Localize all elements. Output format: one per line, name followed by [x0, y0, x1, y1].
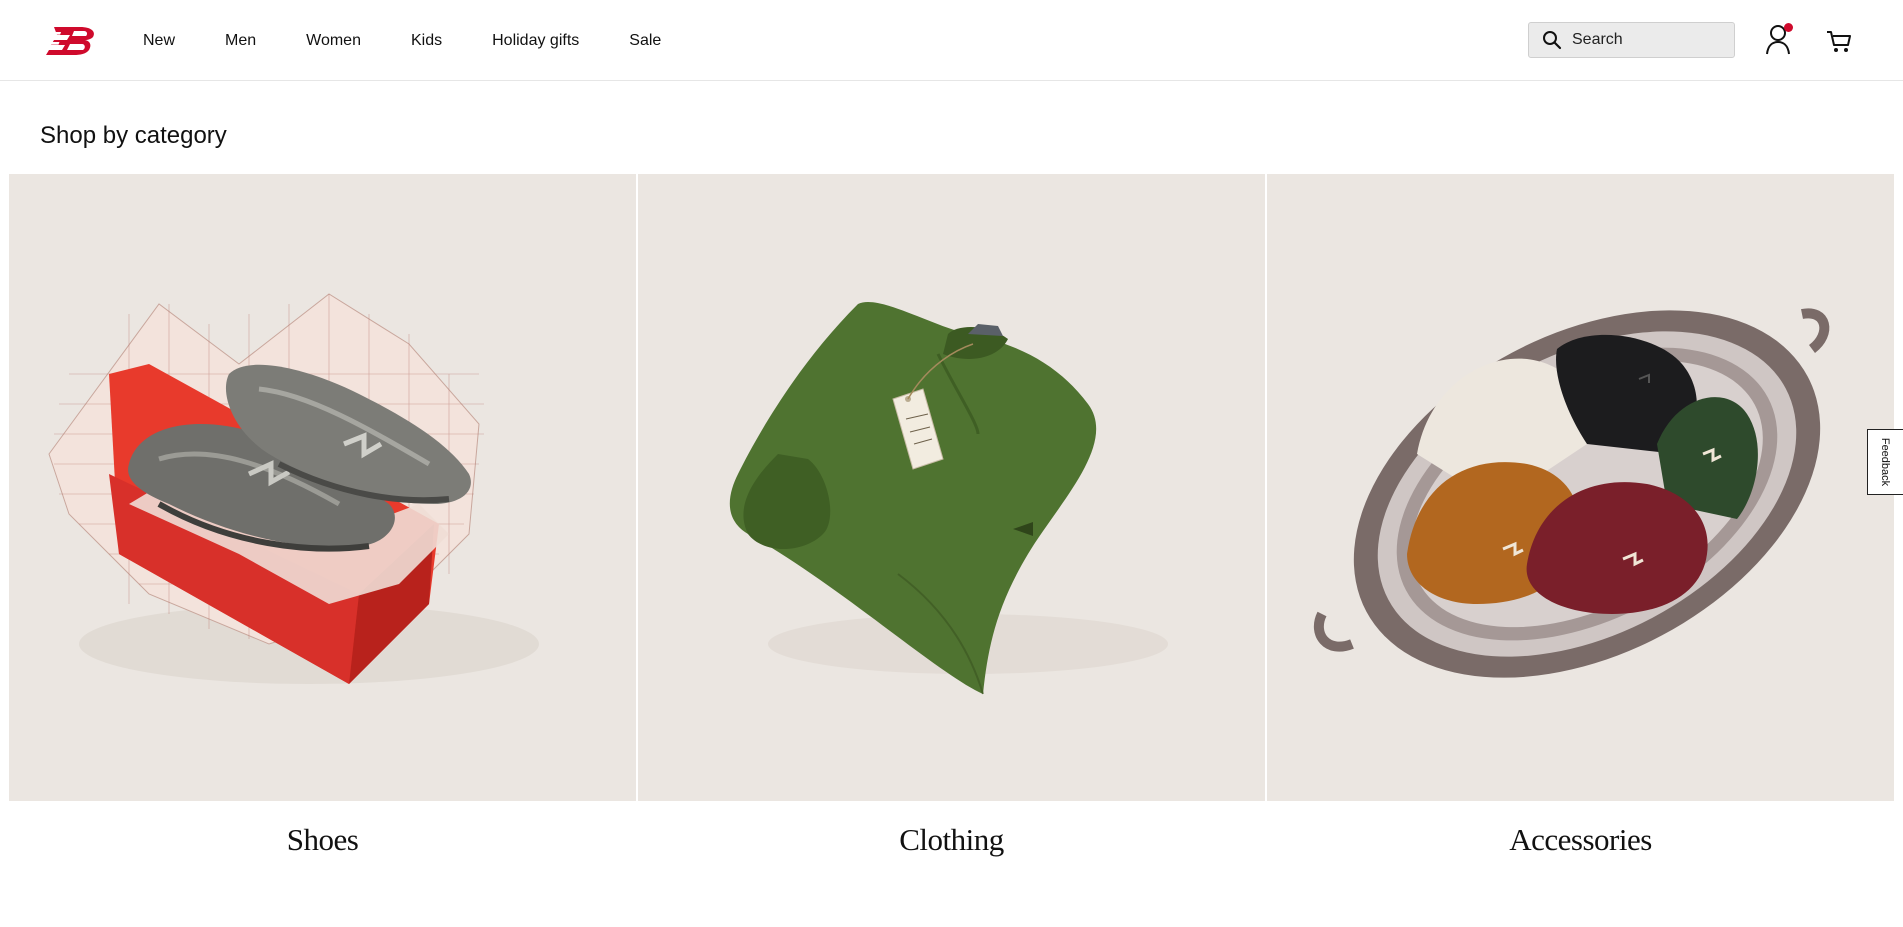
cart-button[interactable] — [1825, 26, 1853, 54]
search-label: Search — [1572, 31, 1623, 48]
shoes-image — [9, 174, 636, 801]
nav-item-new[interactable]: New — [143, 32, 175, 50]
nav-item-kids[interactable]: Kids — [411, 32, 442, 50]
category-tile-shoes[interactable]: Shoes — [9, 174, 636, 857]
search-icon — [1543, 31, 1562, 50]
category-tile-clothing[interactable]: Clothing — [638, 174, 1265, 857]
nav-item-holiday-gifts[interactable]: Holiday gifts — [492, 32, 579, 50]
nav-item-sale[interactable]: Sale — [629, 32, 661, 50]
clothing-image — [638, 174, 1265, 801]
site-header: New Men Women Kids Holiday gifts Sale Se… — [0, 0, 1903, 81]
feedback-tab[interactable]: Feedback — [1867, 429, 1903, 495]
section-title: Shop by category — [40, 122, 227, 149]
main-nav: New Men Women Kids Holiday gifts Sale — [143, 0, 711, 81]
new-balance-logo[interactable] — [30, 24, 100, 56]
category-tile-accessories[interactable]: Accessories — [1267, 174, 1894, 857]
account-button[interactable] — [1765, 22, 1793, 56]
category-label-clothing: Clothing — [899, 822, 1004, 857]
feedback-label: Feedback — [1879, 437, 1892, 487]
search-input[interactable]: Search — [1528, 22, 1735, 58]
cart-icon — [1827, 31, 1851, 52]
notification-dot — [1784, 23, 1793, 32]
category-label-shoes: Shoes — [286, 822, 359, 857]
accessories-image — [1267, 174, 1894, 801]
nav-item-men[interactable]: Men — [225, 32, 256, 50]
category-label-accessories: Accessories — [1509, 822, 1652, 857]
nav-item-women[interactable]: Women — [306, 32, 361, 50]
